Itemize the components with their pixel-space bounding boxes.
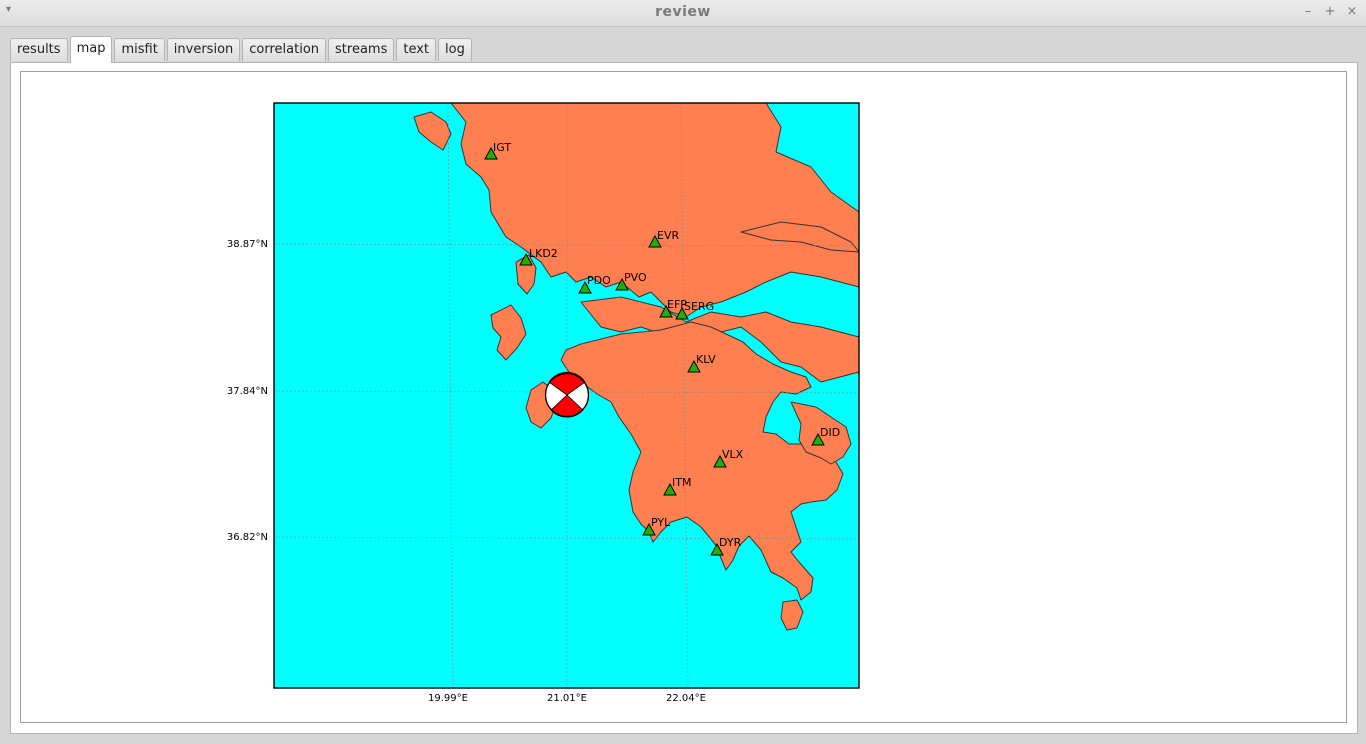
map-figure: 38.87°N 37.84°N 36.82°N 19.99°E 21.01°E … — [227, 102, 860, 704]
tab-text[interactable]: text — [396, 38, 437, 61]
lon-label: 22.04°E — [666, 693, 706, 704]
focal-mechanism-beachball — [544, 371, 590, 418]
map-tab-panel: 38.87°N 37.84°N 36.82°N 19.99°E 21.01°E … — [10, 62, 1358, 734]
window-title: review — [655, 4, 711, 20]
status-strip — [0, 735, 1366, 744]
station-label: DYR — [719, 536, 742, 549]
title-bar: ▾ review – + × — [0, 0, 1366, 27]
minimize-icon[interactable]: – — [1302, 4, 1314, 19]
station-label: PDO — [587, 274, 611, 287]
station-label: ITM — [672, 476, 691, 489]
station-label: VLX — [722, 448, 744, 461]
tab-map[interactable]: map — [69, 36, 113, 63]
map-canvas-frame: 38.87°N 37.84°N 36.82°N 19.99°E 21.01°E … — [20, 71, 1347, 723]
station-label: PYL — [651, 516, 671, 529]
lon-label: 19.99°E — [428, 693, 468, 704]
tab-bar: results map misfit inversion correlation… — [10, 36, 474, 63]
lon-axis-labels: 19.99°E 21.01°E 22.04°E — [428, 693, 706, 704]
station-label: DID — [820, 426, 840, 439]
tab-results[interactable]: results — [10, 38, 68, 61]
station-label: SERG — [684, 300, 714, 313]
station-label: LKD2 — [529, 247, 558, 260]
tab-streams[interactable]: streams — [328, 38, 395, 61]
station-label: KLV — [696, 353, 716, 366]
station-label: PVO — [624, 271, 647, 284]
tab-log[interactable]: log — [438, 38, 472, 61]
lon-label: 21.01°E — [547, 693, 587, 704]
lat-label: 38.87°N — [227, 239, 268, 250]
tab-misfit[interactable]: misfit — [114, 38, 165, 61]
lat-label: 37.84°N — [227, 386, 268, 397]
lat-axis-labels: 38.87°N 37.84°N 36.82°N — [227, 239, 268, 543]
station-label: IGT — [493, 141, 511, 154]
tab-inversion[interactable]: inversion — [166, 38, 241, 61]
lat-label: 36.82°N — [227, 532, 268, 543]
station-label: EVR — [657, 229, 679, 242]
tab-correlation[interactable]: correlation — [242, 38, 327, 61]
close-icon[interactable]: × — [1346, 4, 1358, 19]
maximize-icon[interactable]: + — [1324, 4, 1336, 19]
window-controls: – + × — [1302, 4, 1358, 19]
